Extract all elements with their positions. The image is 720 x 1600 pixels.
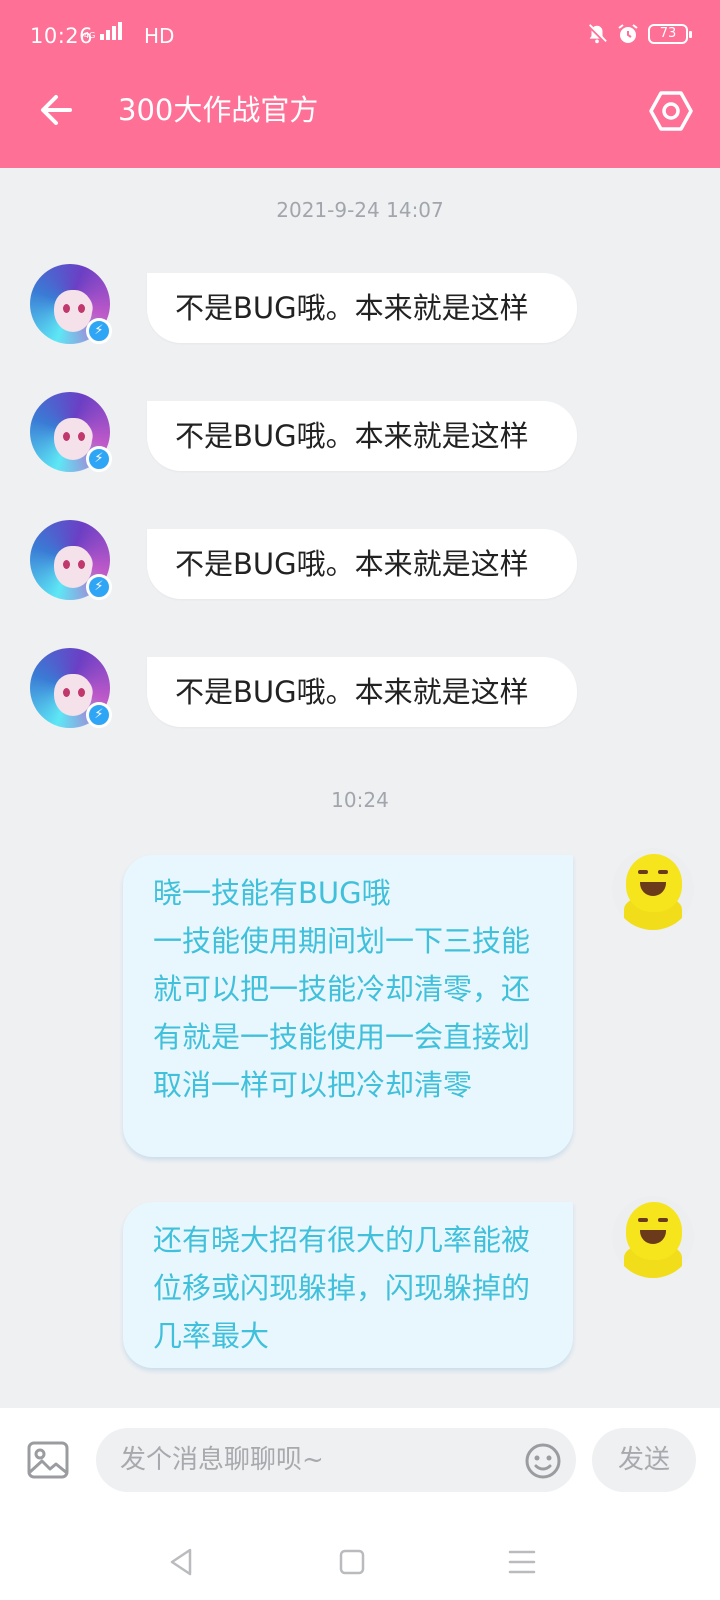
incoming-bubble[interactable]: 不是BUG哦。本来就是这样 — [147, 401, 577, 471]
incoming-message: ⚡ 不是BUG哦。本来就是这样 — [30, 264, 590, 344]
official-avatar[interactable]: ⚡ — [30, 392, 112, 472]
message-input[interactable] — [96, 1428, 576, 1492]
official-avatar[interactable]: ⚡ — [30, 520, 112, 600]
hd-indicator: HD — [144, 24, 175, 48]
incoming-bubble[interactable]: 不是BUG哦。本来就是这样 — [147, 529, 577, 599]
nav-home-icon[interactable] — [332, 1542, 372, 1582]
app-header: 10:26 4G HD 73 300大作战官方 — [0, 0, 720, 168]
outgoing-bubble[interactable]: 晓一技能有BUG哦 一技能使用期间划一下三技能就可以把一技能冷却清零，还有就是一… — [123, 855, 573, 1157]
message-input-bar: 发送 — [0, 1408, 720, 1520]
emoji-icon[interactable] — [524, 1442, 562, 1480]
battery-icon: 73 — [648, 24, 692, 44]
send-button[interactable]: 发送 — [592, 1428, 696, 1492]
outgoing-bubble[interactable]: 还有晓大招有很大的几率能被位移或闪现躲掉，闪现躲掉的几率最大 — [123, 1202, 573, 1368]
incoming-message: ⚡ 不是BUG哦。本来就是这样 — [30, 648, 590, 728]
image-icon[interactable] — [26, 1438, 70, 1482]
verified-badge-icon: ⚡ — [86, 446, 112, 472]
status-bar: 10:26 4G HD 73 — [0, 0, 720, 72]
incoming-bubble[interactable]: 不是BUG哦。本来就是这样 — [147, 273, 577, 343]
message-timestamp: 10:24 — [331, 788, 389, 812]
user-avatar[interactable] — [612, 848, 694, 930]
user-avatar[interactable] — [612, 1196, 694, 1278]
official-avatar[interactable]: ⚡ — [30, 648, 112, 728]
signal-icon: 4G — [84, 22, 123, 40]
incoming-message: ⚡ 不是BUG哦。本来就是这样 — [30, 392, 590, 472]
alarm-icon — [618, 24, 638, 43]
settings-icon[interactable] — [648, 88, 694, 134]
official-avatar[interactable]: ⚡ — [30, 264, 112, 344]
verified-badge-icon: ⚡ — [86, 702, 112, 728]
nav-back-icon[interactable] — [162, 1542, 202, 1582]
verified-badge-icon: ⚡ — [86, 574, 112, 600]
message-timestamp: 2021-9-24 14:07 — [276, 198, 444, 222]
verified-badge-icon: ⚡ — [86, 318, 112, 344]
incoming-bubble[interactable]: 不是BUG哦。本来就是这样 — [147, 657, 577, 727]
back-arrow-icon[interactable] — [36, 90, 76, 130]
system-nav-bar — [0, 1520, 720, 1600]
incoming-message: ⚡ 不是BUG哦。本来就是这样 — [30, 520, 590, 600]
mute-bell-icon — [587, 24, 607, 44]
page-title: 300大作战官方 — [118, 93, 319, 127]
nav-menu-icon[interactable] — [502, 1542, 542, 1582]
